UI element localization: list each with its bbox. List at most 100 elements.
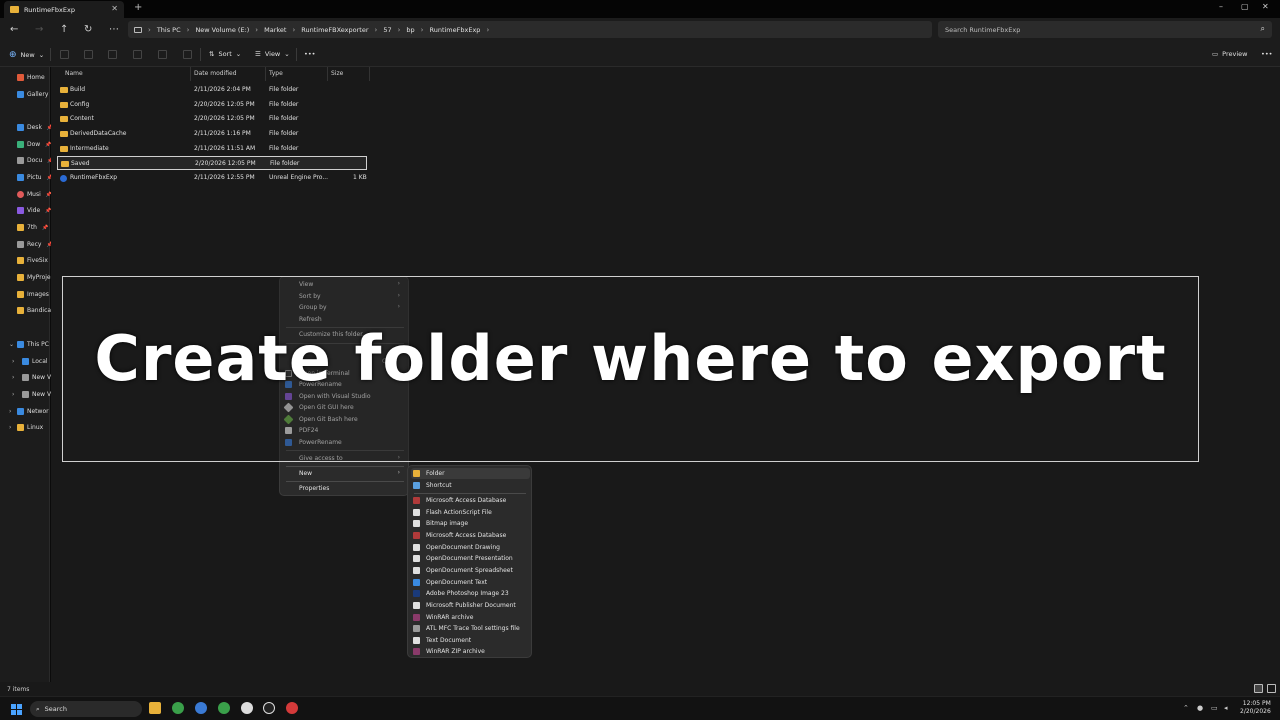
column-divider[interactable] [265, 67, 266, 81]
see-more-button[interactable]: ••• [304, 50, 316, 58]
back-arrow-icon[interactable]: ← [10, 24, 18, 35]
sidebar-item-new-volume-1[interactable]: New V [22, 374, 51, 381]
breadcrumb-this-pc[interactable]: This PC [157, 26, 181, 34]
sort-button[interactable]: ⇅ Sort ⌄ [209, 50, 241, 58]
maximize-button[interactable]: ▢ [1241, 2, 1249, 11]
submenu-item-od-presentation[interactable]: OpenDocument Presentation [426, 555, 513, 562]
new-button[interactable]: ⊕ New ⌄ [9, 50, 44, 60]
record-icon[interactable] [286, 702, 298, 714]
taskbar-search[interactable]: ⌕ Search [30, 701, 142, 717]
table-row[interactable]: Config 2/20/2026 12:05 PM File folder [57, 98, 367, 112]
breadcrumb-57[interactable]: 57 [383, 26, 391, 34]
details-view-icon[interactable] [1254, 684, 1263, 693]
table-row-selected[interactable]: Saved 2/20/2026 12:05 PM File folder [57, 156, 367, 170]
paste-icon[interactable] [108, 50, 117, 59]
refresh-icon[interactable]: ↻ [84, 24, 92, 35]
submenu-item-flash-actionscript[interactable]: Flash ActionScript File [426, 509, 492, 516]
breadcrumb-new-volume[interactable]: New Volume (E:) [195, 26, 249, 34]
more-options-button[interactable]: ••• [1261, 50, 1273, 58]
submenu-item-od-drawing[interactable]: OpenDocument Drawing [426, 544, 500, 551]
breadcrumb-runtimefbxexporter[interactable]: RuntimeFBXexporter [301, 26, 368, 34]
chevron-up-icon[interactable]: ⌃ [1183, 704, 1189, 712]
sidebar-item-this-pc[interactable]: This PC [17, 341, 49, 348]
minimize-button[interactable]: – [1219, 2, 1223, 11]
column-divider[interactable] [369, 67, 370, 81]
submenu-item-atl-mfc[interactable]: ATL MFC Trace Tool settings file [426, 625, 520, 632]
chrome-icon[interactable] [172, 702, 184, 714]
submenu-item-shortcut[interactable]: Shortcut [426, 482, 452, 489]
table-row[interactable]: Intermediate 2/11/2026 11:51 AM File fol… [57, 142, 367, 156]
menu-item-properties[interactable]: Properties [299, 485, 329, 492]
column-divider[interactable] [327, 67, 328, 81]
close-tab-icon[interactable]: ✕ [111, 4, 118, 13]
sidebar-item-videos[interactable]: Vide 📌 [17, 207, 51, 214]
sidebar-item-bandica[interactable]: Bandica [17, 307, 51, 314]
sidebar-item-7th[interactable]: 7th 📌 [17, 224, 48, 231]
preview-button[interactable]: ▭ Preview [1212, 50, 1247, 58]
chevron-right-icon[interactable]: › [9, 424, 11, 431]
cut-icon[interactable] [60, 50, 69, 59]
column-header-date[interactable]: Date modified [194, 70, 237, 77]
sidebar-item-images[interactable]: Images [17, 291, 49, 298]
submenu-item-access-db-2[interactable]: Microsoft Access Database [426, 532, 506, 539]
copy-icon[interactable] [84, 50, 93, 59]
column-header-name[interactable]: Name [65, 70, 83, 77]
sidebar-item-pictures[interactable]: Pictu 📌 [17, 174, 53, 181]
sidebar-item-documents[interactable]: Docu📌 [17, 157, 54, 164]
sidebar-item-home[interactable]: Home [17, 74, 45, 81]
column-header-type[interactable]: Type [269, 70, 283, 77]
sidebar-item-myproje[interactable]: MyProje [17, 274, 51, 281]
submenu-item-bitmap[interactable]: Bitmap image [426, 520, 468, 527]
submenu-item-winrar-zip[interactable]: WinRAR ZIP archive [426, 648, 485, 655]
volume-icon[interactable]: ◂ [1224, 704, 1228, 712]
file-explorer-icon[interactable] [149, 702, 161, 714]
microphone-icon[interactable]: ● [1197, 704, 1203, 712]
forward-arrow-icon[interactable]: → [35, 24, 43, 35]
sidebar-item-fivesix[interactable]: FiveSix [17, 257, 48, 264]
chevron-down-icon[interactable]: ⌄ [9, 341, 14, 348]
view-button[interactable]: ☰ View ⌄ [255, 50, 290, 58]
search-input[interactable]: Search RuntimeFbxExp ⌕ [938, 21, 1272, 38]
table-row[interactable]: Build 2/11/2026 2:04 PM File folder [57, 83, 367, 97]
clock[interactable]: 12:05 PM 2/20/2026 [1240, 700, 1271, 716]
column-header-size[interactable]: Size [331, 70, 343, 77]
sidebar-item-linux[interactable]: Linux [17, 424, 43, 431]
submenu-item-text-document[interactable]: Text Document [426, 637, 471, 644]
table-row[interactable]: DerivedDataCache 2/11/2026 1:16 PM File … [57, 127, 367, 141]
chevron-right-icon[interactable]: › [12, 374, 14, 381]
chrome-dev-icon[interactable] [195, 702, 207, 714]
sidebar-item-desktop[interactable]: Desk📌 [17, 124, 53, 131]
breadcrumb-bp[interactable]: bp [406, 26, 414, 34]
chevron-right-icon[interactable]: › [12, 391, 14, 398]
sidebar-item-music[interactable]: Musi 📌 [17, 191, 52, 198]
table-row[interactable]: Content 2/20/2026 12:05 PM File folder [57, 112, 367, 126]
up-arrow-icon[interactable]: ↑ [60, 24, 68, 35]
submenu-item-winrar[interactable]: WinRAR archive [426, 614, 473, 621]
sidebar-item-local-disk[interactable]: Local [22, 358, 48, 365]
submenu-item-od-spreadsheet[interactable]: OpenDocument Spreadsheet [426, 567, 513, 574]
delete-icon[interactable] [183, 50, 192, 59]
more-icon[interactable]: ⋯ [109, 24, 119, 35]
submenu-item-folder[interactable]: Folder [426, 470, 445, 477]
breadcrumb-market[interactable]: Market [264, 26, 286, 34]
sidebar-item-gallery[interactable]: Gallery [17, 91, 48, 98]
wifi-icon[interactable]: ▭ [1211, 704, 1218, 712]
tiles-view-icon[interactable] [1267, 684, 1276, 693]
unreal-engine-icon[interactable] [263, 702, 275, 714]
share-icon[interactable] [158, 50, 167, 59]
address-bar[interactable]: › This PC › New Volume (E:) › Market › R… [128, 21, 932, 38]
sidebar-item-downloads[interactable]: Dow 📌 [17, 141, 51, 148]
sidebar-item-recycle-bin[interactable]: Recy 📌 [17, 241, 53, 248]
rename-icon[interactable] [133, 50, 142, 59]
sidebar-item-network[interactable]: Networ [17, 408, 49, 415]
tab-runtimefbxexp[interactable]: RuntimeFbxExp ✕ [4, 1, 124, 18]
close-window-button[interactable]: ✕ [1262, 2, 1269, 11]
submenu-item-access-db[interactable]: Microsoft Access Database [426, 497, 506, 504]
chevron-right-icon[interactable]: › [9, 408, 11, 415]
chrome-canary-icon[interactable] [218, 702, 230, 714]
windows-start-icon[interactable] [11, 704, 22, 715]
breadcrumb-runtimefbxexp[interactable]: RuntimeFbxExp [429, 26, 480, 34]
menu-item-new[interactable]: New [299, 470, 312, 477]
app-icon[interactable] [241, 702, 253, 714]
new-tab-button[interactable]: + [134, 2, 142, 13]
